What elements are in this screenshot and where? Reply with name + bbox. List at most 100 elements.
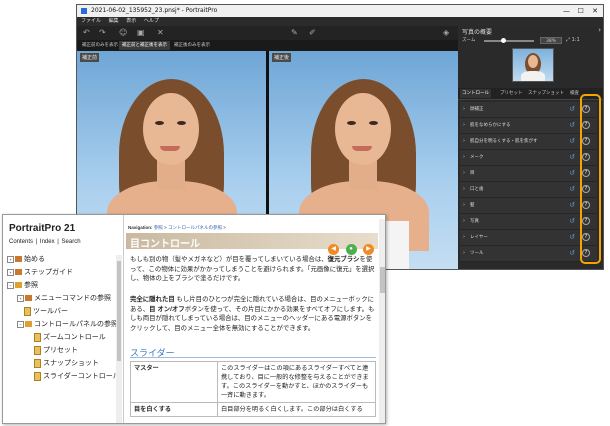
menu-edit[interactable]: 編集 [109, 18, 119, 24]
control-section-row[interactable]: › 肌をなめらかにする ↺? [460, 118, 597, 134]
expand-arrow-icon[interactable]: › [463, 106, 465, 112]
menu-help[interactable]: ヘルプ [144, 18, 159, 24]
redo-icon[interactable]: ↷ [99, 28, 106, 38]
page-icon [34, 358, 41, 368]
content-scroll-thumb[interactable] [380, 267, 385, 293]
toc-item[interactable]: スナップショット [7, 357, 121, 370]
paragraph-hidden-eye: 完全に隠れた目 もし片目のひとつが完全に隠れている場合は、目のメニューボックにあ… [130, 295, 375, 333]
control-section-row[interactable]: › 写真 ↺? [460, 214, 597, 230]
toc-item[interactable]: ズームコントロール [7, 331, 121, 344]
control-section-row[interactable]: › レイヤー ↺? [460, 230, 597, 246]
brush-icon[interactable]: ✎ [291, 28, 298, 38]
expand-arrow-icon[interactable]: › [463, 122, 465, 128]
control-section-row[interactable]: › 顔補正 ↺? [460, 102, 597, 118]
maximize-button[interactable]: ☐ [575, 5, 587, 17]
book-icon [25, 321, 32, 328]
search-link[interactable]: Search [62, 239, 81, 245]
toc-scrollbar[interactable] [116, 255, 122, 423]
toc-item[interactable]: + ステップガイド [7, 266, 121, 279]
expand-toggle-icon[interactable]: − [7, 281, 14, 289]
tab-presets[interactable]: プリセット [498, 89, 525, 98]
page-icon [34, 345, 41, 355]
zoom-slider[interactable] [484, 38, 534, 43]
collapse-panel-icon[interactable]: › [598, 26, 601, 34]
zoom-slider-knob[interactable] [501, 38, 506, 43]
control-section-row[interactable]: › 目 ↺? [460, 166, 597, 182]
expand-arrow-icon[interactable]: › [463, 202, 465, 208]
close-button[interactable]: ✕ [589, 5, 601, 17]
photo-thumbnail[interactable] [512, 48, 554, 82]
toc-item[interactable]: − コントロールパネルの参照 [7, 318, 121, 331]
minimize-button[interactable]: — [561, 5, 573, 17]
toc-item[interactable]: スライダーコントロール [7, 370, 121, 383]
reset-icon[interactable]: ↺ [569, 153, 575, 161]
reset-icon[interactable]: ↺ [569, 105, 575, 113]
left-eye [347, 121, 356, 125]
expand-arrow-icon[interactable]: › [463, 186, 465, 192]
expand-toggle-icon[interactable]: − [17, 320, 24, 328]
zoom-buttons: ⤢ 1:1 [566, 36, 580, 45]
expand-toggle-icon[interactable]: + [7, 255, 14, 263]
person-icon[interactable]: ☺ [119, 28, 127, 38]
reset-icon[interactable]: ↺ [569, 169, 575, 177]
expand-arrow-icon[interactable]: › [463, 250, 465, 256]
help-app-name: PortraitPro 21 [9, 223, 76, 234]
restore-brush-term: 復元ブラシ [327, 256, 360, 263]
expand-arrow-icon[interactable]: › [463, 218, 465, 224]
crop-icon[interactable]: ▣ [137, 28, 145, 38]
zoom-fit-icon[interactable]: ⤢ [566, 37, 570, 43]
eye-onoff-term: 目 オン/オフ [149, 305, 185, 313]
expand-arrow-icon[interactable]: › [463, 138, 465, 144]
expand-arrow-icon[interactable]: › [463, 170, 465, 176]
next-page-button[interactable]: ▶ [363, 244, 374, 255]
help-content: Navigation: 参照 > コントロールパネルの参照 > 目コントロール … [124, 215, 385, 423]
tab-snapshots[interactable]: スナップショット [526, 89, 566, 98]
zoom-actual-icon[interactable]: 1:1 [572, 37, 580, 43]
control-section-row[interactable]: › 髪 ↺? [460, 198, 597, 214]
toc-item[interactable]: プリセット [7, 344, 121, 357]
tab-before-only[interactable]: 補正前のみを表示 [79, 41, 121, 50]
toc-item[interactable]: − 参照 [7, 279, 121, 292]
menu-view[interactable]: 表示 [126, 18, 136, 24]
tab-controls[interactable]: コントロール [460, 89, 491, 98]
home-button[interactable]: ● [345, 244, 357, 255]
content-scrollbar[interactable] [379, 219, 385, 423]
expand-arrow-icon[interactable]: › [463, 234, 465, 240]
tab-after-only[interactable]: 補正後のみを表示 [171, 41, 213, 50]
reset-icon[interactable]: ↺ [569, 121, 575, 129]
control-section-label: 顔補正 [470, 107, 484, 112]
reset-icon[interactable]: ↺ [569, 233, 575, 241]
zoom-value[interactable]: 38% [540, 37, 562, 44]
reset-icon[interactable]: ↺ [569, 201, 575, 209]
cancel-icon[interactable]: ✕ [157, 28, 164, 38]
hidden-eye-term: 完全に隠れた目 [130, 296, 175, 303]
index-link[interactable]: Index [40, 239, 55, 245]
reset-icon[interactable]: ↺ [569, 217, 575, 225]
control-section-row[interactable]: › メーク ↺? [460, 150, 597, 166]
toc-item[interactable]: + メニューコマンドの参照 [7, 292, 121, 305]
tab-inspect[interactable]: 検査 [568, 89, 581, 98]
breadcrumb-reference-link[interactable]: 参照 [154, 225, 163, 230]
breadcrumb-control-panel-link[interactable]: コントロールパネルの参照 [168, 225, 222, 230]
expand-toggle-icon[interactable]: + [7, 268, 14, 276]
toc-item-label: ステップガイド [24, 269, 73, 276]
toc-item[interactable]: + 始める [7, 253, 121, 266]
toc-scroll-thumb[interactable] [117, 261, 121, 361]
toc-item-label: スライダーコントロール [43, 373, 120, 380]
contents-link[interactable]: Contents [9, 239, 33, 245]
expand-toggle-icon[interactable]: + [17, 294, 24, 302]
control-section-row[interactable]: › 口と歯 ↺? [460, 182, 597, 198]
reset-icon[interactable]: ↺ [569, 249, 575, 257]
reset-icon[interactable]: ↺ [569, 185, 575, 193]
undo-icon[interactable]: ↶ [83, 28, 90, 38]
wand-icon[interactable]: ✐ [309, 28, 316, 38]
menu-file[interactable]: ファイル [81, 18, 101, 24]
layers-icon[interactable]: ◈ [443, 28, 449, 38]
control-section-row[interactable]: › ツール ↺? [460, 246, 597, 262]
previous-page-button[interactable]: ◀ [328, 244, 340, 255]
reset-icon[interactable]: ↺ [569, 137, 575, 145]
expand-arrow-icon[interactable]: › [463, 154, 465, 160]
tab-before-and-after[interactable]: 補正前と補正後を表示 [119, 41, 170, 50]
control-section-row[interactable]: › 肌自分を明るくする・肌を焦がす ↺? [460, 134, 597, 150]
toc-item[interactable]: ツールバー [7, 305, 121, 318]
